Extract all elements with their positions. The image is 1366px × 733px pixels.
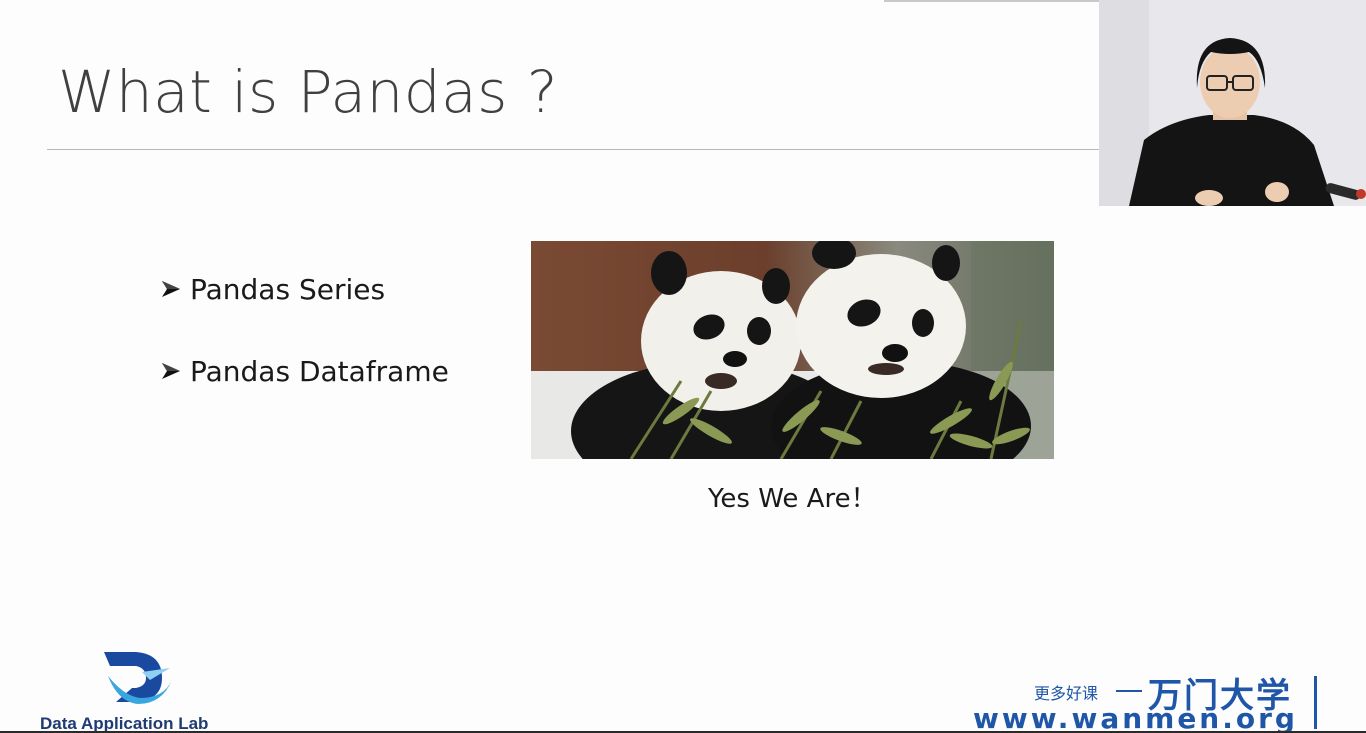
bullet-item: Pandas Series — [160, 268, 449, 310]
arrow-bullet-icon — [162, 281, 180, 297]
slide: What is Pandas ? Pandas Series Pandas Da… — [0, 0, 1366, 733]
wanmen-vertical-bar — [1314, 676, 1317, 729]
presenter-webcam — [1099, 0, 1366, 206]
bullet-list: Pandas Series Pandas Dataframe — [160, 268, 449, 432]
arrow-bullet-icon — [162, 363, 180, 379]
wanmen-url: www.wanmen.org — [973, 702, 1298, 733]
bullet-label: Pandas Dataframe — [190, 354, 449, 388]
slide-title: What is Pandas ? — [58, 58, 559, 126]
title-divider — [47, 149, 1099, 150]
photo-caption: Yes We Are！ — [708, 484, 877, 514]
bullet-item: Pandas Dataframe — [160, 350, 449, 392]
wanmen-tagline: 更多好课 — [1034, 684, 1099, 703]
pandas-photo — [531, 241, 1054, 459]
bullet-label: Pandas Series — [190, 272, 386, 306]
wanmen-dash — [1116, 690, 1142, 692]
